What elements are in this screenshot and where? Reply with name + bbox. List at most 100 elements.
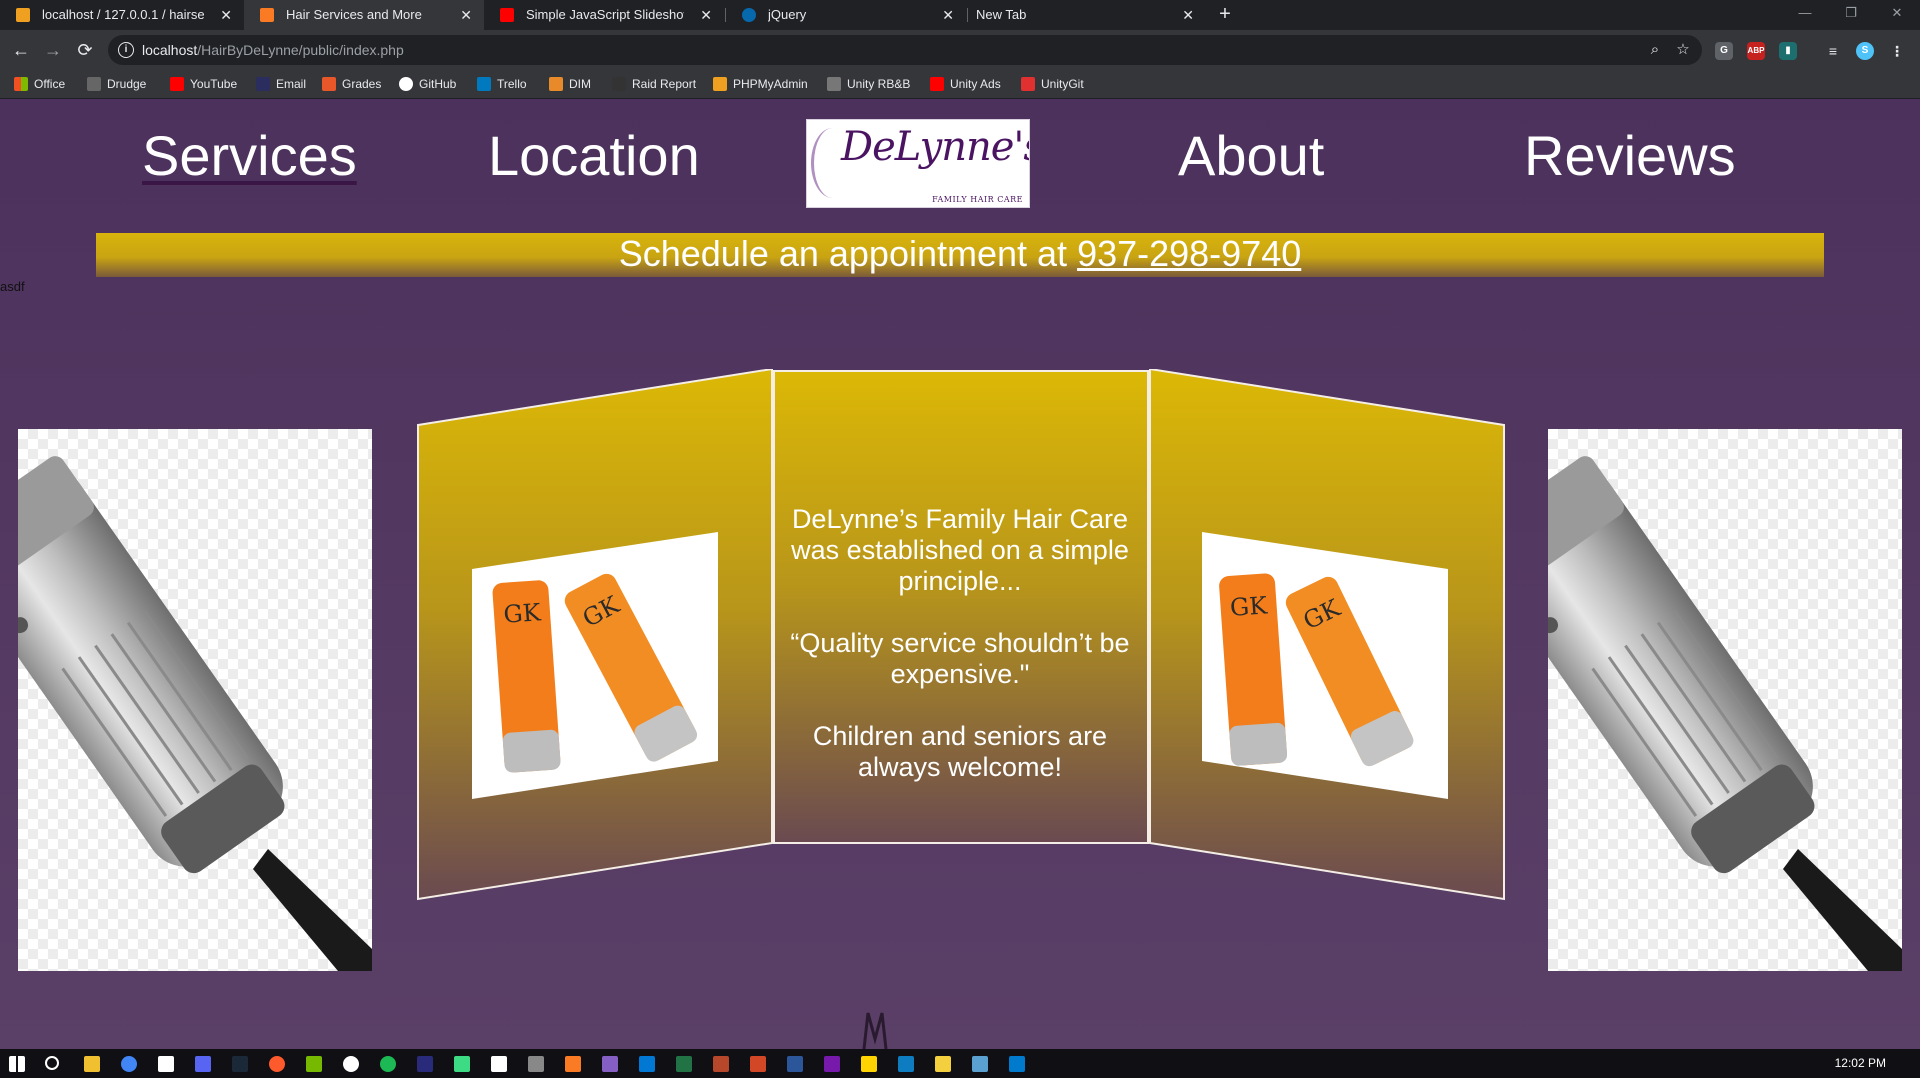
office-icon xyxy=(14,77,28,91)
tab-hair-services[interactable]: Hair Services and More ✕ xyxy=(244,0,484,30)
adblock-extension-icon[interactable]: ABP xyxy=(1747,42,1765,60)
reload-icon[interactable]: ⟳ xyxy=(73,38,97,62)
tab-new-tab[interactable]: New Tab ✕ xyxy=(966,0,1206,30)
nav-services[interactable]: Services xyxy=(142,121,357,191)
powerpoint-icon[interactable] xyxy=(750,1056,766,1072)
nav-location[interactable]: Location xyxy=(488,121,700,191)
clock[interactable]: 12:02 PM xyxy=(1835,1049,1886,1078)
tab-jquery[interactable]: jQuery ✕ xyxy=(726,0,966,30)
trello-icon xyxy=(477,77,491,91)
about-text: DeLynne’s Family Hair Care was establish… xyxy=(774,504,1146,814)
bookmark-trello[interactable]: Trello xyxy=(477,70,527,98)
word-icon[interactable] xyxy=(787,1056,803,1072)
zoom-icon[interactable]: ⌕ xyxy=(1646,41,1664,59)
sticky-notes-icon[interactable] xyxy=(861,1056,877,1072)
nav-reviews[interactable]: Reviews xyxy=(1524,121,1736,191)
restore-icon[interactable]: ❐ xyxy=(1828,0,1874,30)
appointment-banner: Schedule an appointment at 937-298-9740 xyxy=(96,233,1824,277)
youtube-icon xyxy=(500,8,514,22)
product-image-right: GK GK xyxy=(1202,532,1448,799)
tab-phpmyadmin[interactable]: localhost / 127.0.0.1 / hairservice ✕ xyxy=(0,0,244,30)
outlook-icon[interactable] xyxy=(639,1056,655,1072)
nvidia-icon[interactable] xyxy=(306,1056,322,1072)
xampp-icon[interactable] xyxy=(565,1056,581,1072)
phone-link[interactable]: 937-298-9740 xyxy=(1077,233,1301,274)
steam-icon[interactable] xyxy=(232,1056,248,1072)
menu-kebab-icon[interactable]: ⋮ xyxy=(1888,42,1906,60)
logo-subtitle: FAMILY HAIR CARE xyxy=(932,195,1023,204)
search-icon[interactable] xyxy=(45,1056,59,1070)
app-icon[interactable] xyxy=(417,1056,433,1072)
onenote-icon[interactable] xyxy=(824,1056,840,1072)
android-icon[interactable] xyxy=(454,1056,470,1072)
close-icon[interactable]: ✕ xyxy=(460,0,472,30)
page-content: Services Location DeLynne's FAMILY HAIR … xyxy=(0,99,1920,1049)
app-icon[interactable] xyxy=(935,1056,951,1072)
tab-slideshow[interactable]: Simple JavaScript Slideshow In 5 ✕ xyxy=(484,0,724,30)
clipper-icon xyxy=(1548,456,1902,971)
clipper-image-right xyxy=(1548,429,1902,971)
youtube-icon xyxy=(170,77,184,91)
bookmark-drudge[interactable]: Drudge xyxy=(87,70,146,98)
file-explorer-icon[interactable] xyxy=(84,1056,100,1072)
raid-report-icon xyxy=(612,77,626,91)
bookmark-unity-ads[interactable]: Unity Ads xyxy=(930,70,1001,98)
svg-text:GK: GK xyxy=(503,598,543,629)
phpmyadmin-icon xyxy=(713,77,727,91)
close-window-icon[interactable]: ✕ xyxy=(1874,0,1920,30)
stray-text: asdf xyxy=(0,279,25,294)
forward-icon[interactable]: → xyxy=(41,38,65,62)
close-icon[interactable]: ✕ xyxy=(220,0,232,30)
info-icon[interactable]: i xyxy=(118,42,134,58)
google-extension-icon[interactable]: G xyxy=(1715,42,1733,60)
close-icon[interactable]: ✕ xyxy=(1182,0,1194,30)
bookmark-star-icon[interactable]: ☆ xyxy=(1674,41,1692,59)
visual-studio-icon[interactable] xyxy=(602,1056,618,1072)
access-icon[interactable] xyxy=(713,1056,729,1072)
dim-icon xyxy=(549,77,563,91)
bookmark-dim[interactable]: DIM xyxy=(549,70,591,98)
bookmark-unity-rbb[interactable]: Unity RB&B xyxy=(827,70,910,98)
bookmarks-bar: Office Drudge YouTube Email Grades GitHu… xyxy=(0,70,1920,99)
app-icon[interactable] xyxy=(528,1056,544,1072)
origin-icon[interactable] xyxy=(269,1056,285,1072)
new-tab-button[interactable]: + xyxy=(1210,0,1240,30)
app-icon[interactable] xyxy=(898,1056,914,1072)
close-icon[interactable]: ✕ xyxy=(700,0,712,30)
back-icon[interactable]: ← xyxy=(9,38,33,62)
app-icon[interactable] xyxy=(972,1056,988,1072)
nav-about[interactable]: About xyxy=(1178,121,1324,191)
chrome-icon[interactable] xyxy=(121,1056,137,1072)
product-image-left: GK GK xyxy=(472,532,718,799)
delynnes-logo[interactable]: DeLynne's FAMILY HAIR CARE xyxy=(806,119,1030,208)
notepad-icon[interactable] xyxy=(158,1056,174,1072)
close-icon[interactable]: ✕ xyxy=(942,0,954,30)
excel-icon[interactable] xyxy=(676,1056,692,1072)
minimize-icon[interactable]: — xyxy=(1782,0,1828,30)
banner-text: Schedule an appointment at xyxy=(618,233,1078,274)
bookmark-github[interactable]: GitHub xyxy=(399,70,456,98)
drudge-icon xyxy=(87,77,101,91)
profile-avatar[interactable]: S xyxy=(1856,42,1874,60)
git-icon xyxy=(1021,77,1035,91)
clipper-icon xyxy=(18,456,372,971)
bookmark-phpmyadmin[interactable]: PHPMyAdmin xyxy=(713,70,808,98)
about-paragraph-3: Children and seniors are always welcome! xyxy=(812,721,1108,782)
unity-icon xyxy=(827,77,841,91)
logo-script: DeLynne's xyxy=(841,124,1030,170)
address-bar[interactable]: i localhost/HairByDeLynne/public/index.p… xyxy=(108,35,1702,65)
windows-start-icon[interactable] xyxy=(9,1056,25,1072)
vscode-icon[interactable] xyxy=(1009,1056,1025,1072)
spotify-icon[interactable] xyxy=(380,1056,396,1072)
unity-icon[interactable] xyxy=(491,1056,507,1072)
uplay-icon[interactable] xyxy=(343,1056,359,1072)
extension-icon[interactable]: ▮ xyxy=(1779,42,1797,60)
bookmark-unitygit[interactable]: UnityGit xyxy=(1021,70,1084,98)
bookmark-raid-report[interactable]: Raid Report xyxy=(612,70,696,98)
bookmark-email[interactable]: Email xyxy=(256,70,306,98)
app-icon[interactable] xyxy=(195,1056,211,1072)
bookmark-youtube[interactable]: YouTube xyxy=(170,70,237,98)
media-icon[interactable]: ≡ xyxy=(1824,42,1842,60)
bookmark-office[interactable]: Office xyxy=(14,70,65,98)
bookmark-grades[interactable]: Grades xyxy=(322,70,381,98)
